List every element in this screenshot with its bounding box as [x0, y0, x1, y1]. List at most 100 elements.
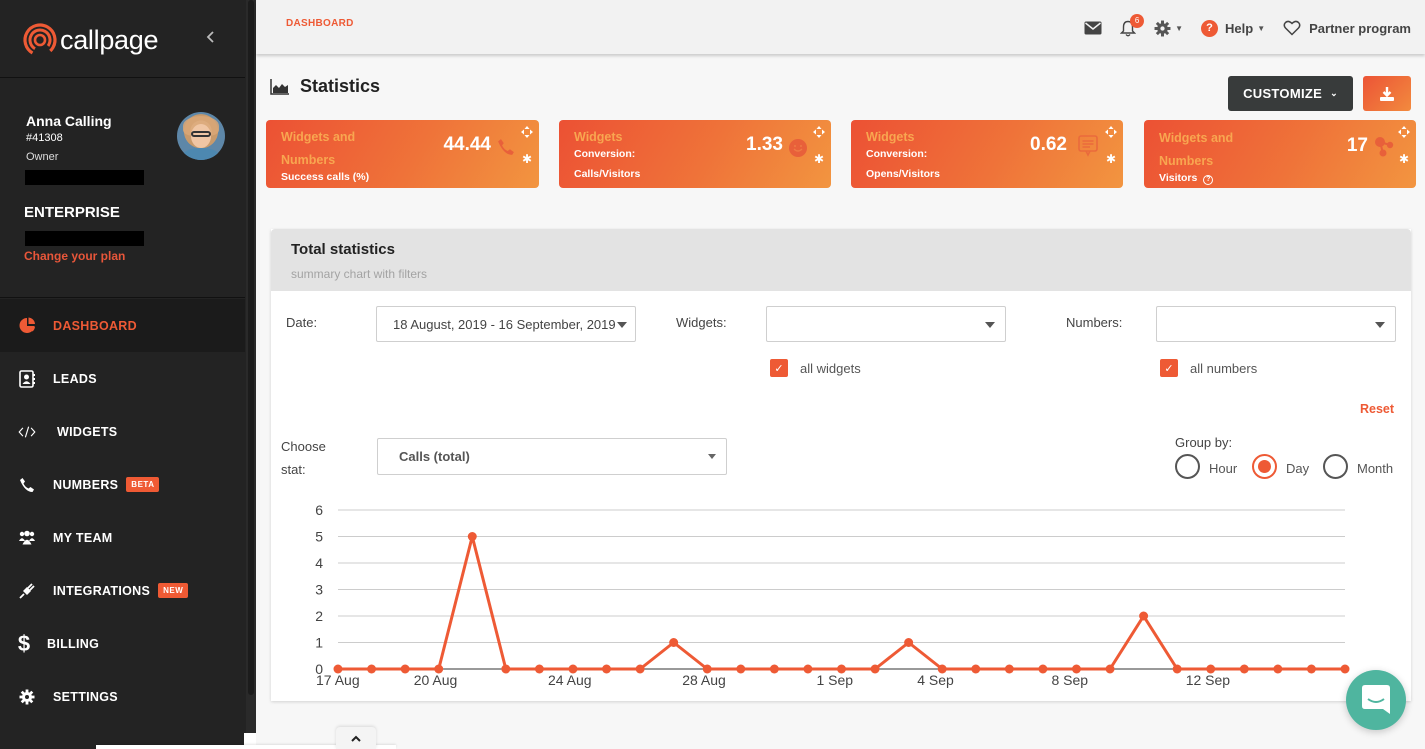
data-point[interactable]: [501, 664, 511, 674]
data-point[interactable]: [803, 664, 813, 674]
sidebar-scrollbar[interactable]: [246, 0, 256, 749]
data-point[interactable]: [1071, 664, 1081, 674]
card-title: Widgets and Numbers: [281, 130, 356, 167]
x-tick-label: 4 Sep: [917, 672, 954, 688]
sidebar-item-label: LEADS: [53, 371, 97, 386]
notifications-button[interactable]: 6: [1120, 13, 1145, 37]
stat-card-success-calls[interactable]: Widgets and Numbers Success calls (%) 44…: [266, 120, 539, 188]
help-dropdown[interactable]: ? Help ▼: [1201, 19, 1265, 37]
move-icon[interactable]: [521, 126, 533, 138]
sidebar-item-label: BILLING: [47, 636, 100, 651]
card-settings-icon[interactable]: ✱: [1106, 152, 1116, 166]
move-icon[interactable]: [1398, 126, 1410, 138]
group-by-hour-radio[interactable]: Hour: [1175, 454, 1237, 479]
numbers-select[interactable]: [1156, 306, 1396, 342]
data-point[interactable]: [1038, 664, 1048, 674]
group-by-day-radio[interactable]: Day: [1252, 454, 1309, 479]
data-point[interactable]: [1105, 664, 1115, 674]
data-point[interactable]: [870, 664, 880, 674]
data-point[interactable]: [367, 664, 377, 674]
data-point[interactable]: [568, 664, 578, 674]
data-point[interactable]: [602, 664, 612, 674]
date-range-select[interactable]: 18 August, 2019 - 16 September, 2019: [376, 306, 636, 342]
all-numbers-checkbox[interactable]: ✓ all numbers: [1160, 359, 1257, 377]
data-point[interactable]: [434, 664, 444, 674]
data-point[interactable]: [635, 664, 645, 674]
data-point[interactable]: [736, 664, 746, 674]
collapse-sidebar-button[interactable]: [206, 28, 216, 49]
sidebar-item-widgets[interactable]: WIDGETS: [0, 405, 245, 458]
sidebar-item-billing[interactable]: $ BILLING: [0, 617, 245, 670]
all-widgets-checkbox[interactable]: ✓ all widgets: [770, 359, 861, 377]
question-circle-icon[interactable]: ?: [1203, 175, 1214, 185]
partner-program-link[interactable]: Partner program: [1283, 20, 1411, 36]
stat-card-opens-visitors[interactable]: Widgets Conversion: Opens/Visitors 0.62 …: [851, 120, 1123, 188]
data-point[interactable]: [534, 664, 544, 674]
data-point[interactable]: [769, 664, 779, 674]
data-point[interactable]: [669, 638, 679, 647]
data-point[interactable]: [1273, 664, 1283, 674]
move-icon[interactable]: [1105, 126, 1117, 138]
avatar[interactable]: [177, 112, 225, 160]
breadcrumb[interactable]: DASHBOARD: [286, 18, 354, 29]
data-point[interactable]: [837, 664, 846, 674]
numbers-label: Numbers:: [1066, 315, 1123, 330]
group-by-month-radio[interactable]: Month: [1323, 454, 1393, 479]
sidebar-item-integrations[interactable]: INTEGRATIONS NEW: [0, 564, 245, 617]
date-range-value: 18 August, 2019 - 16 September, 2019: [393, 316, 616, 332]
data-point[interactable]: [971, 664, 981, 674]
sidebar-item-dashboard[interactable]: DASHBOARD: [0, 299, 245, 352]
data-point[interactable]: [1306, 664, 1316, 674]
chat-bubble-icon: [1077, 135, 1099, 157]
card-settings-icon[interactable]: ✱: [814, 152, 824, 166]
question-icon: ?: [1201, 19, 1219, 37]
data-point[interactable]: [702, 664, 712, 674]
sidebar-item-settings[interactable]: SETTINGS: [0, 670, 245, 723]
divider: [0, 77, 245, 78]
scroll-up-button[interactable]: [336, 727, 376, 749]
sidebar-item-my-team[interactable]: MY TEAM: [0, 511, 245, 564]
top-actions: 6 ▼ ? Help ▼ Partner program: [1066, 13, 1411, 42]
settings-dropdown[interactable]: ▼: [1154, 20, 1183, 37]
callpage-logo-icon: [23, 23, 57, 57]
y-tick-label: 4: [315, 555, 323, 571]
new-badge: NEW: [158, 583, 189, 598]
radio-label: Day: [1286, 461, 1310, 476]
sidebar-item-label: NUMBERS: [53, 477, 119, 492]
card-settings-icon[interactable]: ✱: [1399, 152, 1409, 166]
move-icon[interactable]: [813, 126, 825, 138]
sidebar-item-label: INTEGRATIONS: [53, 583, 151, 598]
beta-badge: BETA: [126, 477, 160, 492]
team-icon: [18, 529, 36, 547]
data-point[interactable]: [904, 638, 914, 647]
total-statistics-panel: Total statistics summary chart with filt…: [271, 229, 1411, 701]
data-point[interactable]: [400, 664, 410, 674]
stat-select[interactable]: Calls (total): [377, 438, 727, 475]
data-point[interactable]: [1340, 664, 1350, 674]
change-plan-link[interactable]: Change your plan: [24, 249, 125, 263]
sidebar-item-numbers[interactable]: NUMBERS BETA: [0, 458, 245, 511]
data-point[interactable]: [467, 532, 477, 541]
card-settings-icon[interactable]: ✱: [522, 152, 532, 166]
stat-card-visitors[interactable]: Widgets and Numbers Visitors ? 17 ✱: [1144, 120, 1416, 188]
customize-button[interactable]: CUSTOMIZE ⌄: [1228, 76, 1353, 111]
data-point[interactable]: [333, 664, 343, 674]
widgets-select[interactable]: [766, 306, 1006, 342]
reset-button[interactable]: Reset: [1360, 402, 1394, 416]
panel-title: Total statistics: [291, 241, 395, 258]
data-point[interactable]: [1139, 611, 1149, 621]
sidebar-item-leads[interactable]: LEADS: [0, 352, 245, 405]
data-point[interactable]: [1004, 664, 1014, 674]
logo[interactable]: callpage: [22, 20, 158, 60]
messages-button[interactable]: [1084, 21, 1102, 35]
data-point[interactable]: [1206, 664, 1216, 674]
data-point[interactable]: [937, 664, 947, 674]
live-chat-button[interactable]: [1346, 670, 1406, 730]
data-point[interactable]: [1172, 664, 1182, 674]
envelope-icon: [1084, 21, 1102, 35]
stat-card-calls-visitors[interactable]: Widgets Conversion: Calls/Visitors 1.33 …: [559, 120, 831, 188]
sidebar-scroll-thumb[interactable]: [248, 0, 254, 695]
x-tick-label: 1 Sep: [817, 672, 854, 688]
data-point[interactable]: [1239, 664, 1249, 674]
download-button[interactable]: [1363, 76, 1411, 111]
